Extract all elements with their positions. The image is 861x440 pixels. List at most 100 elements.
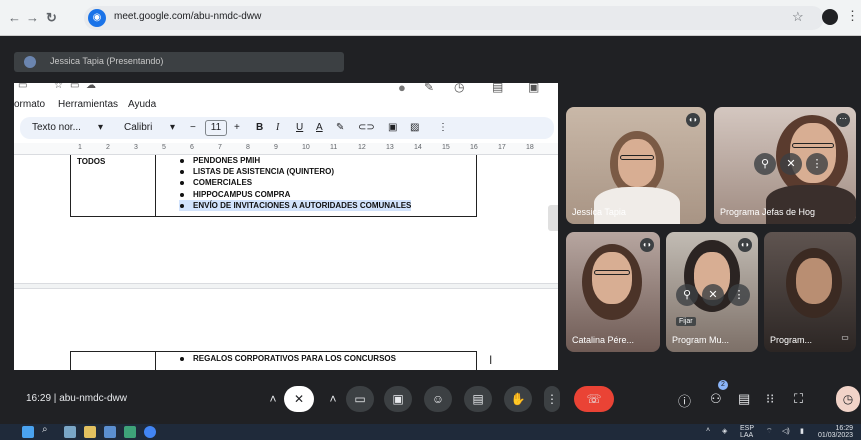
pin-tooltip: Fijar [676, 317, 696, 326]
menu-tools[interactable]: Herramientas [58, 99, 118, 110]
bold-icon[interactable]: B [256, 122, 263, 133]
mic-options-icon[interactable]: ˄ [262, 386, 284, 412]
info-icon[interactable]: ⓘ [678, 391, 691, 410]
mic-off-button[interactable]: ✕ [284, 386, 314, 412]
more-icon[interactable]: ⋮ [806, 153, 828, 175]
menu-format[interactable]: ormato [14, 99, 45, 110]
participant-tile[interactable]: ⋯ ⚲ ✕ ⋮ Programa Jefas de Hog [714, 107, 856, 224]
side-panel-tab[interactable] [548, 205, 558, 231]
present-button[interactable]: ▤ [464, 386, 492, 412]
battery-icon[interactable]: ▮ [800, 427, 804, 435]
people-icon[interactable]: ⚇ [710, 391, 722, 407]
cloud-icon: ☁ [86, 83, 96, 91]
chat-icon[interactable]: ▤ [738, 391, 750, 407]
style-select[interactable]: Texto nor... [32, 122, 81, 133]
back-icon[interactable]: ← [8, 10, 21, 25]
tray-chevron-icon[interactable]: ˄ [706, 427, 710, 434]
volume-icon[interactable]: ◁) [782, 427, 790, 435]
list-item: PENDONES PMIH [179, 155, 411, 166]
meet-window: Jessica Tapia (Presentando) ▭ ☆ ▭ ☁ ● ✎ … [0, 36, 861, 424]
raise-hand-button[interactable]: ✋ [504, 386, 532, 412]
search-icon[interactable]: ⌕ [42, 424, 54, 436]
profile-avatar[interactable] [822, 9, 838, 25]
pen-icon: ✎ [424, 83, 435, 94]
address-bar[interactable]: ◉ meet.google.com/abu-nmdc-dww [84, 6, 824, 30]
ruler: 1 2 3 5 6 7 8 9 10 11 12 13 14 15 16 17 18 [14, 143, 558, 155]
chrome-icon[interactable] [144, 426, 156, 438]
font-select[interactable]: Calibri [124, 122, 152, 133]
presenter-avatar [24, 56, 36, 68]
text-color-icon[interactable]: A [316, 122, 323, 133]
wifi-icon[interactable]: ⌔ [766, 427, 773, 436]
star-icon[interactable]: ☆ [792, 9, 804, 25]
glasses [594, 270, 630, 275]
ruler-number: 11 [330, 144, 338, 151]
ruler-number: 5 [162, 144, 166, 151]
ruler-number: 6 [190, 144, 194, 151]
reactions-button[interactable]: ◷ [836, 386, 860, 412]
list-item: HIPPOCAMPUS COMPRA [179, 189, 411, 200]
menu-help[interactable]: Ayuda [128, 99, 156, 110]
tray-clock[interactable]: 16:29 01/03/2023 [818, 425, 853, 439]
edge-icon[interactable] [124, 426, 136, 438]
participant-face [796, 258, 832, 304]
ruler-number: 3 [134, 144, 138, 151]
doc-menubar: ormato Herramientas Ayuda [14, 97, 558, 113]
participant-tile[interactable]: ▭ Program... [764, 232, 856, 352]
underline-icon[interactable]: U [296, 122, 303, 133]
glasses [620, 155, 654, 160]
host-controls-icon[interactable]: ⛶ [794, 391, 803, 407]
font-size-field[interactable]: 11 [205, 120, 227, 136]
language-indicator[interactable]: ESP LAA [740, 425, 754, 439]
presenter-banner: Jessica Tapia (Presentando) [14, 52, 344, 72]
ruler-number: 18 [526, 144, 534, 151]
captions-button[interactable]: ▣ [384, 386, 412, 412]
participant-tile[interactable]: ◖◗ ⚲ ✕ ⋮ Fijar Program Mu... [666, 232, 758, 352]
audio-level-icon: ◖◗ [640, 238, 654, 252]
text-cursor-icon: I [489, 353, 493, 367]
participants-badge: 2 [718, 380, 728, 390]
mail-icon[interactable] [104, 426, 116, 438]
list-item: ENVÍO DE INVITACIONES A AUTORIDADES COMU… [179, 199, 412, 211]
participant-face [592, 252, 632, 304]
chevron-down-icon: ▾ [170, 122, 176, 133]
leave-call-button[interactable]: ☏ [574, 386, 614, 412]
more-options-button[interactable]: ⋮ [544, 386, 560, 412]
camera-options-icon[interactable]: ˄ [322, 386, 344, 412]
italic-icon[interactable]: I [276, 122, 279, 133]
participant-tile[interactable]: ◖◗ Catalina Pére... [566, 232, 660, 352]
participant-tile[interactable]: ◖◗ Jessica Tapia [566, 107, 706, 224]
pin-icon[interactable]: ⚲ [754, 153, 776, 175]
reload-icon[interactable]: ↻ [46, 10, 57, 26]
ruler-number: 13 [386, 144, 394, 151]
network-icon[interactable]: ◈ [722, 427, 727, 435]
tile-menu-icon[interactable]: ▭ [838, 332, 852, 346]
file-explorer-icon[interactable] [84, 426, 96, 438]
site-info-icon[interactable]: ◉ [88, 9, 106, 27]
video-icon: ▣ [528, 83, 540, 94]
more-options-icon[interactable]: ⋮ [438, 122, 448, 133]
task-view-icon[interactable] [64, 426, 76, 438]
kebab-icon[interactable]: ⋮ [846, 8, 859, 24]
more-options-icon[interactable]: ⋯ [836, 113, 850, 127]
task-list: PENDONES PMIH LISTAS DE ASISTENCIA (QUIN… [179, 155, 412, 211]
forward-icon[interactable]: → [26, 10, 39, 25]
activities-icon[interactable]: ⁝⁝ [766, 391, 774, 407]
highlight-icon[interactable]: ✎ [336, 122, 344, 133]
mic-off-icon[interactable]: ✕ [780, 153, 802, 175]
decrease-size-icon[interactable]: − [190, 122, 196, 133]
windows-start-icon[interactable] [22, 426, 34, 438]
more-icon[interactable]: ⋮ [728, 284, 750, 306]
emoji-button[interactable]: ☺ [424, 386, 452, 412]
increase-size-icon[interactable]: + [234, 122, 240, 133]
screen: { "browser": { "url": "meet.google.com/a… [0, 0, 861, 440]
meet-controls: 16:29 | abu-nmdc-dww ˄ ✕ ˄ ▭ ▣ ☺ ▤ ✋ ⋮ ☏… [0, 374, 861, 424]
pin-icon[interactable]: ⚲ [676, 284, 698, 306]
camera-button[interactable]: ▭ [346, 386, 374, 412]
comment-add-icon[interactable]: ▣ [388, 122, 397, 133]
docs-logo-icon: ▭ [18, 83, 28, 91]
mic-off-icon[interactable]: ✕ [702, 284, 724, 306]
link-icon[interactable]: ⊂⊃ [358, 122, 375, 133]
image-icon[interactable]: ▨ [410, 122, 419, 133]
ruler-number: 7 [218, 144, 222, 151]
